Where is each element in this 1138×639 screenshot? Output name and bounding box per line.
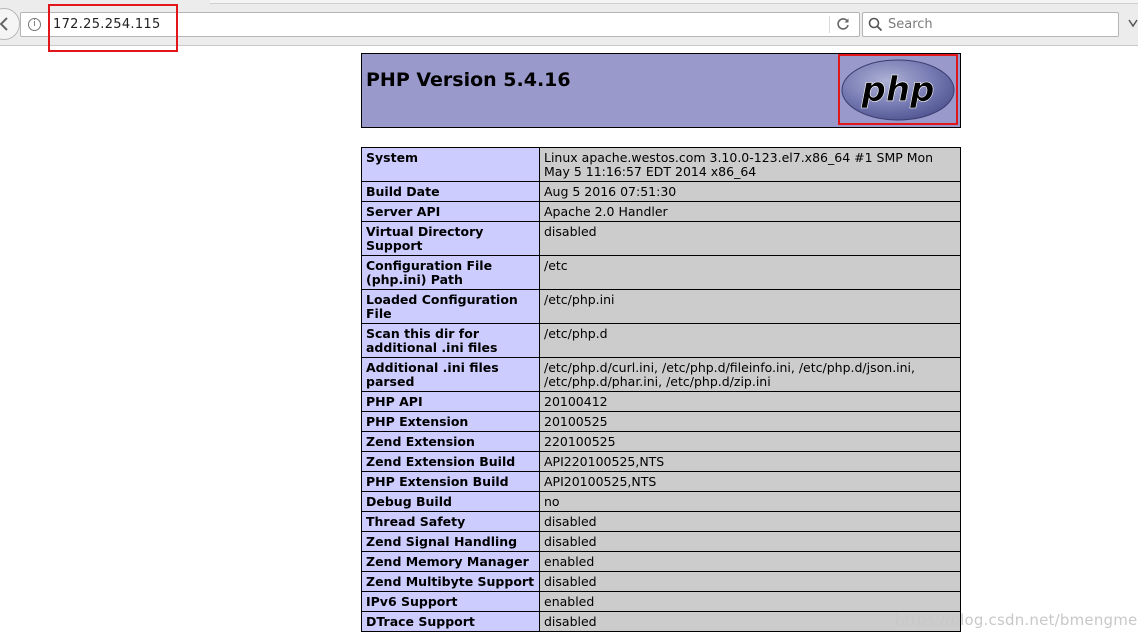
row-key: System — [361, 147, 540, 182]
row-key: PHP Extension — [361, 411, 540, 432]
info-icon[interactable]: i — [28, 18, 41, 31]
row-value: /etc/php.d/curl.ini, /etc/php.d/fileinfo… — [539, 357, 961, 392]
row-value: API20100525,NTS — [539, 471, 961, 492]
back-button[interactable] — [0, 8, 20, 40]
row-value: disabled — [539, 511, 961, 532]
row-key: Server API — [361, 201, 540, 222]
row-value: enabled — [539, 551, 961, 572]
row-key: PHP API — [361, 391, 540, 412]
row-key: Zend Memory Manager — [361, 551, 540, 572]
table-row: System Linux apache.westos.com 3.10.0-123… — [361, 147, 961, 182]
row-key: Zend Extension Build — [361, 451, 540, 472]
row-value: disabled — [539, 221, 961, 256]
table-row: Loaded Configuration File/etc/php.ini — [361, 289, 961, 324]
row-key: Additional .ini files parsed — [361, 357, 540, 392]
page-title: PHP Version 5.4.16 — [366, 69, 571, 91]
row-value: disabled — [539, 571, 961, 592]
row-key: Configuration File (php.ini) Path — [361, 255, 540, 290]
row-key: DTrace Support — [361, 611, 540, 632]
row-key: PHP Extension Build — [361, 471, 540, 492]
reload-icon[interactable] — [836, 17, 850, 31]
search-icon — [868, 17, 883, 32]
table-row: Zend Memory Manager enabled — [361, 551, 961, 572]
search-bar[interactable]: Search — [862, 12, 1119, 37]
row-value: /etc — [539, 255, 961, 290]
row-value: enabled — [539, 591, 961, 612]
row-value: 20100525 — [539, 411, 961, 432]
row-key: Build Date — [361, 181, 540, 202]
table-row: IPv6 Support enabled — [361, 591, 961, 612]
row-key: IPv6 Support — [361, 591, 540, 612]
table-row: Zend Multibyte Support disabled — [361, 571, 961, 592]
row-value: Apache 2.0 Handler — [539, 201, 961, 222]
row-value: disabled — [539, 531, 961, 552]
tab-strip-edge — [210, 0, 1138, 4]
row-key: Thread Safety — [361, 511, 540, 532]
phpinfo-table-body: System Linux apache.westos.com 3.10.0-123… — [361, 147, 961, 632]
row-value: Linux apache.westos.com 3.10.0-123.el7.x… — [539, 147, 961, 182]
table-row: Server API Apache 2.0 Handler — [361, 201, 961, 222]
table-row: DTrace Support disabled — [361, 611, 961, 632]
table-row: Scan this dir for additional .ini files /… — [361, 323, 961, 358]
table-row: Configuration File (php.ini) Path/etc — [361, 255, 961, 290]
url-highlight-box — [48, 4, 178, 52]
php-logo-icon: php — [841, 59, 955, 121]
row-key: Virtual Directory Support — [361, 221, 540, 256]
table-row: Zend Signal Handling disabled — [361, 531, 961, 552]
row-value: /etc/php.d — [539, 323, 961, 358]
table-row: Thread Safety disabled — [361, 511, 961, 532]
php-logo: php — [838, 54, 958, 125]
row-key: Scan this dir for additional .ini files — [361, 323, 540, 358]
url-bar-divider — [829, 16, 830, 33]
row-value: Aug 5 2016 07:51:30 — [539, 181, 961, 202]
table-row: PHP Extension Build API20100525,NTS — [361, 471, 961, 492]
table-row: Zend Extension 220100525 — [361, 431, 961, 452]
row-value: API220100525,NTS — [539, 451, 961, 472]
row-key: Loaded Configuration File — [361, 289, 540, 324]
row-value: no — [539, 491, 961, 512]
overflow-chevron-icon[interactable] — [1128, 18, 1138, 28]
phpinfo-header: PHP Version 5.4.16 php — [361, 53, 961, 128]
table-row: PHP Extension 20100525 — [361, 411, 961, 432]
table-row: Virtual Directory Support disabled — [361, 221, 961, 256]
row-key: Zend Multibyte Support — [361, 571, 540, 592]
row-value: /etc/php.ini — [539, 289, 961, 324]
row-key: Debug Build — [361, 491, 540, 512]
row-key: Zend Extension — [361, 431, 540, 452]
row-value: 220100525 — [539, 431, 961, 452]
table-row: Additional .ini files parsed/etc/php.d/c… — [361, 357, 961, 392]
phpinfo-table: System Linux apache.westos.com 3.10.0-123… — [361, 147, 961, 632]
row-key: Zend Signal Handling — [361, 531, 540, 552]
back-arrow-icon — [0, 17, 8, 31]
table-row: Zend Extension Build API220100525,NTS — [361, 451, 961, 472]
watermark: https://blog.csdn.net/bmengmeng — [895, 611, 1138, 629]
table-row: Debug Build no — [361, 491, 961, 512]
php-logo-text: php — [861, 70, 935, 110]
row-value: 20100412 — [539, 391, 961, 412]
table-row: Build Date Aug 5 2016 07:51:30 — [361, 181, 961, 202]
table-row: PHP API 20100412 — [361, 391, 961, 412]
search-placeholder[interactable]: Search — [888, 17, 933, 32]
